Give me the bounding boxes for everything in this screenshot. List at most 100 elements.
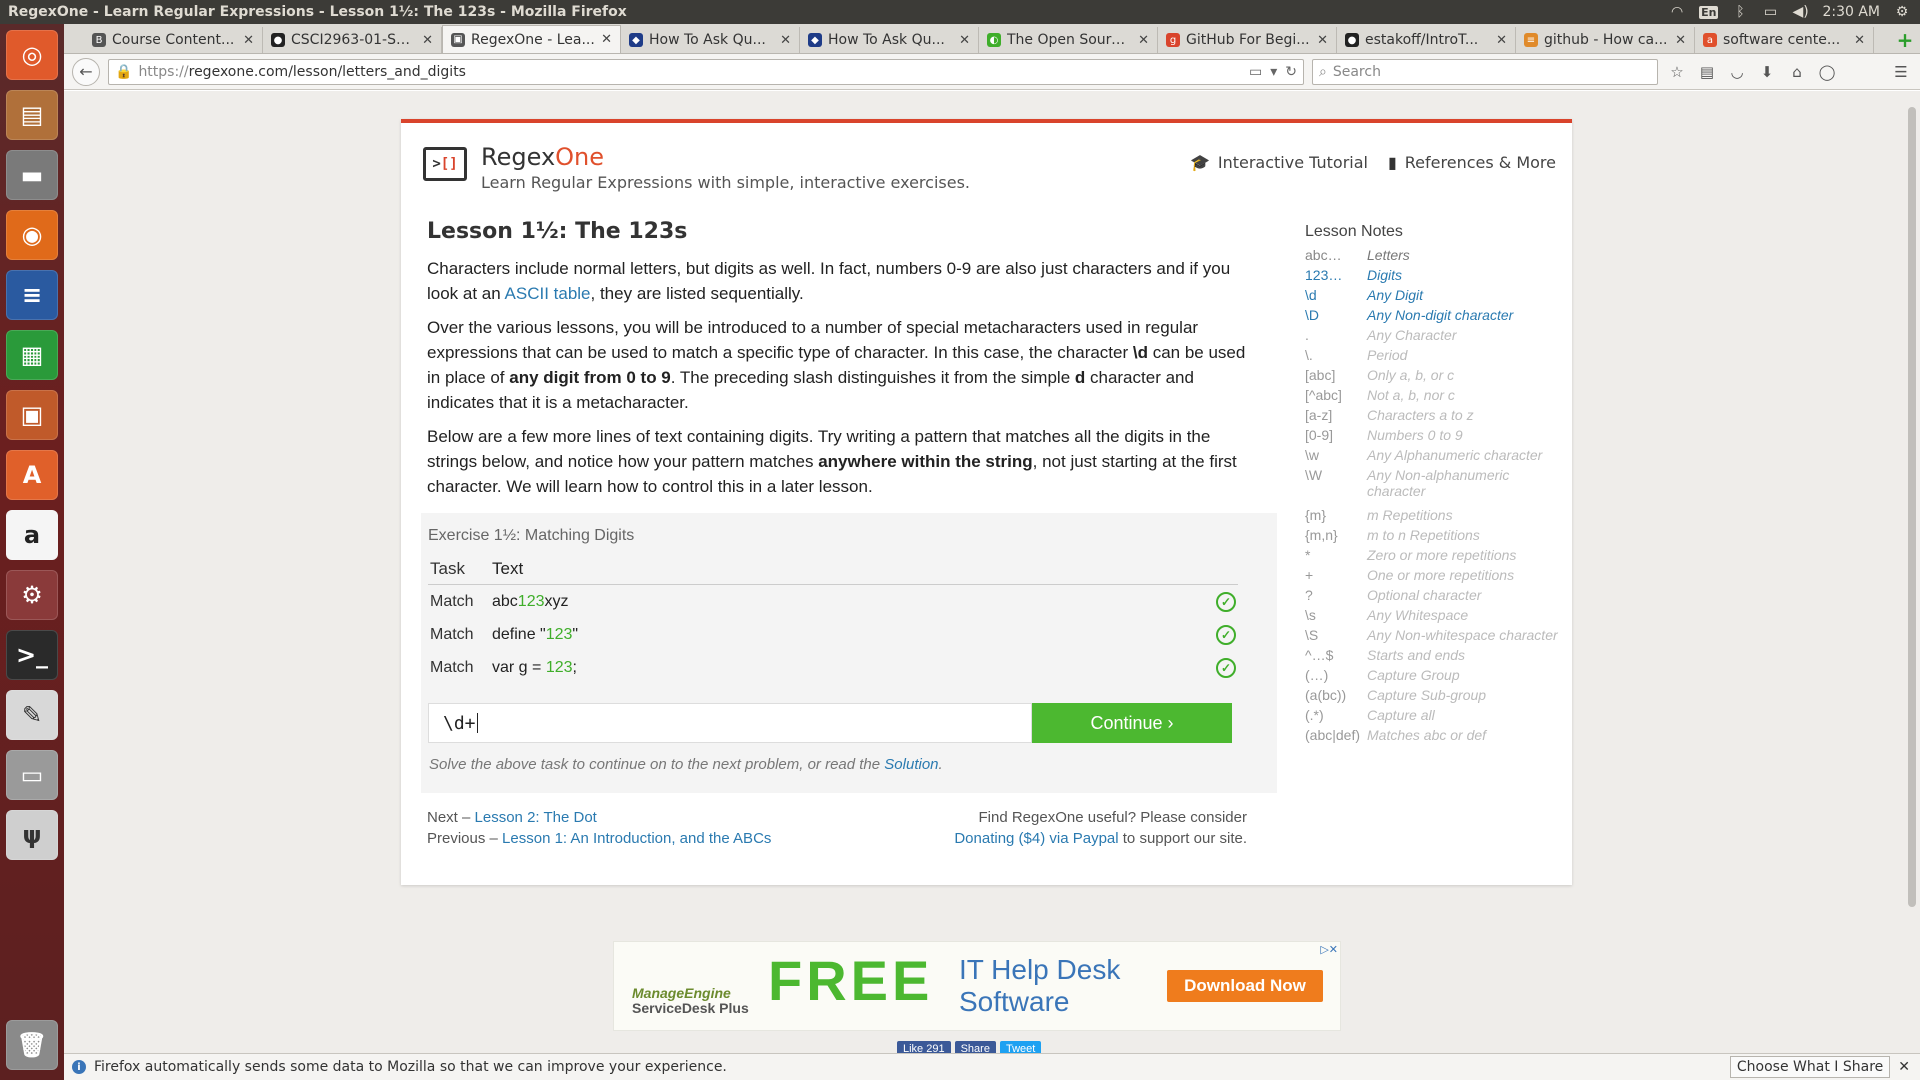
new-tab-icon[interactable]: + (1890, 27, 1920, 53)
solution-link[interactable]: Solution (884, 756, 938, 773)
site-brand[interactable]: RegexOne (481, 143, 970, 171)
dropdown-arrow-icon[interactable]: ▾ (1270, 64, 1277, 80)
text-editor-icon[interactable]: ✎ (6, 690, 58, 740)
note-pattern: * (1305, 547, 1311, 563)
advertisement-banner[interactable]: ManageEngine ServiceDesk Plus FREE IT Hel… (613, 941, 1341, 1031)
tab-close-icon[interactable]: ✕ (1496, 33, 1507, 48)
file-manager-icon[interactable]: ▬ (6, 150, 58, 200)
lesson-note-item: (.*) Capture all (1305, 707, 1565, 727)
reader-view-icon[interactable]: ▭ (1249, 64, 1262, 80)
tab-close-icon[interactable]: ✕ (243, 33, 254, 48)
data-notification-bar: i Firefox automatically sends some data … (64, 1053, 1920, 1080)
note-pattern: (a(bc)) (1305, 687, 1347, 703)
menu-icon[interactable]: ☰ (1890, 63, 1912, 81)
ad-close-icon[interactable]: ▷✕ (1320, 943, 1338, 956)
impress-icon[interactable]: ▣ (6, 390, 58, 440)
clock[interactable]: 2:30 AM (1822, 4, 1880, 20)
note-pattern: {m,n} (1305, 527, 1338, 543)
lesson-note-item: \S Any Non-whitespace character (1305, 627, 1565, 647)
previous-lesson-link[interactable]: Lesson 1: An Introduction, and the ABCs (502, 830, 771, 847)
terminal-icon[interactable]: >_ (6, 630, 58, 680)
ad-download-button[interactable]: Download Now (1167, 970, 1323, 1002)
scrollbar-thumb[interactable] (1908, 107, 1916, 907)
lesson-title: Lesson 1½: The 123s (427, 219, 688, 244)
reload-icon[interactable]: ↻ (1285, 64, 1297, 80)
tab-close-icon[interactable]: ✕ (1675, 33, 1686, 48)
tab-close-icon[interactable]: ✕ (1317, 33, 1328, 48)
writer-icon[interactable]: ≡ (6, 270, 58, 320)
search-input[interactable]: ⌕ Search (1312, 58, 1658, 85)
continue-button[interactable]: Continue › (1032, 703, 1232, 743)
note-pattern: (.*) (1305, 707, 1324, 723)
trash-icon[interactable]: 🗑 (6, 1020, 58, 1070)
volume-icon[interactable]: ◀) (1792, 4, 1808, 20)
tab[interactable]: ≡ github - How ca... ✕ (1516, 27, 1695, 53)
text: ; (572, 658, 577, 676)
brand-prefix: Regex (481, 143, 556, 171)
download-icon[interactable]: ⬇ (1756, 63, 1778, 81)
regex-input-value: \d+ (443, 712, 476, 734)
software-center-icon[interactable]: A (6, 450, 58, 500)
keyboard-layout-indicator[interactable]: En (1699, 5, 1719, 19)
note-description: Any Non-digit character (1367, 307, 1514, 323)
close-icon[interactable]: ✕ (1898, 1059, 1910, 1075)
tab-close-icon[interactable]: ✕ (780, 33, 791, 48)
tab[interactable]: ◐ The Open Sourc... ✕ (979, 27, 1158, 53)
text: var g = (492, 658, 546, 676)
site-header: >[] RegexOne Learn Regular Expressions w… (423, 143, 970, 192)
tab[interactable]: B Course Content... ✕ (84, 27, 263, 53)
amazon-icon[interactable]: a (6, 510, 58, 560)
pocket-icon[interactable]: ◡ (1726, 63, 1748, 81)
note-description: Capture Group (1367, 667, 1460, 683)
settings-gear-icon[interactable]: ⚙ (1894, 4, 1910, 20)
bookmarks-list-icon[interactable]: ▤ (1696, 63, 1718, 81)
system-settings-icon[interactable]: ⚙ (6, 570, 58, 620)
regexone-logo-icon[interactable]: >[] (423, 147, 467, 181)
files-icon[interactable]: ▤ (6, 90, 58, 140)
bookmark-star-icon[interactable]: ☆ (1666, 63, 1688, 81)
url-bar[interactable]: 🔒 https://regexone.com/lesson/letters_an… (108, 58, 1304, 85)
wifi-icon[interactable]: ◠ (1669, 4, 1685, 20)
text: Find RegexOne useful? Please consider (978, 809, 1248, 826)
brand-suffix: One (555, 143, 605, 171)
task-label: Match (430, 658, 474, 676)
tab-close-icon[interactable]: ✕ (601, 32, 612, 47)
home-icon[interactable]: ⌂ (1786, 63, 1808, 81)
tab[interactable]: ● estakoff/IntroT... ✕ (1337, 27, 1516, 53)
ascii-table-link[interactable]: ASCII table (505, 284, 591, 303)
facebook-share-button[interactable]: Share (954, 1041, 996, 1053)
choose-what-i-share-button[interactable]: Choose What I Share (1729, 1056, 1891, 1078)
calc-icon[interactable]: ▦ (6, 330, 58, 380)
tab-close-icon[interactable]: ✕ (1854, 33, 1865, 48)
tab[interactable]: ◆ How To Ask Qu... ✕ (800, 27, 979, 53)
note-description: Optional character (1367, 587, 1482, 603)
bluetooth-icon[interactable]: ᛒ (1732, 4, 1748, 20)
note-pattern: \. (1305, 347, 1313, 363)
tab-close-icon[interactable]: ✕ (1138, 33, 1149, 48)
note-pattern: [0-9] (1305, 427, 1334, 443)
disk-icon[interactable]: ▭ (6, 750, 58, 800)
donate-link[interactable]: Donating ($4) via Paypal (954, 830, 1118, 847)
ad-brand-bottom: ServiceDesk Plus (632, 1000, 749, 1016)
chat-icon[interactable]: ◯ (1816, 63, 1838, 81)
dash-icon[interactable]: ◎ (6, 30, 58, 80)
interactive-tutorial-link[interactable]: 🎓 Interactive Tutorial (1190, 153, 1368, 172)
regex-input[interactable]: \d+ (428, 703, 1032, 743)
battery-icon[interactable]: ▭ (1762, 4, 1778, 20)
references-link[interactable]: ▮ References & More (1388, 153, 1556, 172)
tweet-button[interactable]: Tweet (999, 1041, 1042, 1053)
tab[interactable]: ● CSCI2963-01-Sp... ✕ (263, 27, 442, 53)
tab[interactable]: ◆ How To Ask Qu... ✕ (621, 27, 800, 53)
column-header: Text (492, 558, 524, 578)
tab-close-icon[interactable]: ✕ (959, 33, 970, 48)
tab[interactable]: g GitHub For Begi... ✕ (1158, 27, 1337, 53)
next-lesson-link[interactable]: Lesson 2: The Dot (475, 809, 597, 826)
facebook-like-button[interactable]: Like 291 (897, 1041, 951, 1053)
back-arrow-icon[interactable]: ← (72, 57, 100, 86)
tab-active[interactable]: ▣ RegexOne - Lea... ✕ (442, 25, 621, 53)
firefox-icon[interactable]: ◉ (6, 210, 58, 260)
usb-drive-icon[interactable]: ψ (6, 810, 58, 860)
tab-close-icon[interactable]: ✕ (422, 33, 433, 48)
page-scrollbar[interactable] (1908, 97, 1918, 987)
tab[interactable]: a software cente... ✕ (1695, 27, 1874, 53)
